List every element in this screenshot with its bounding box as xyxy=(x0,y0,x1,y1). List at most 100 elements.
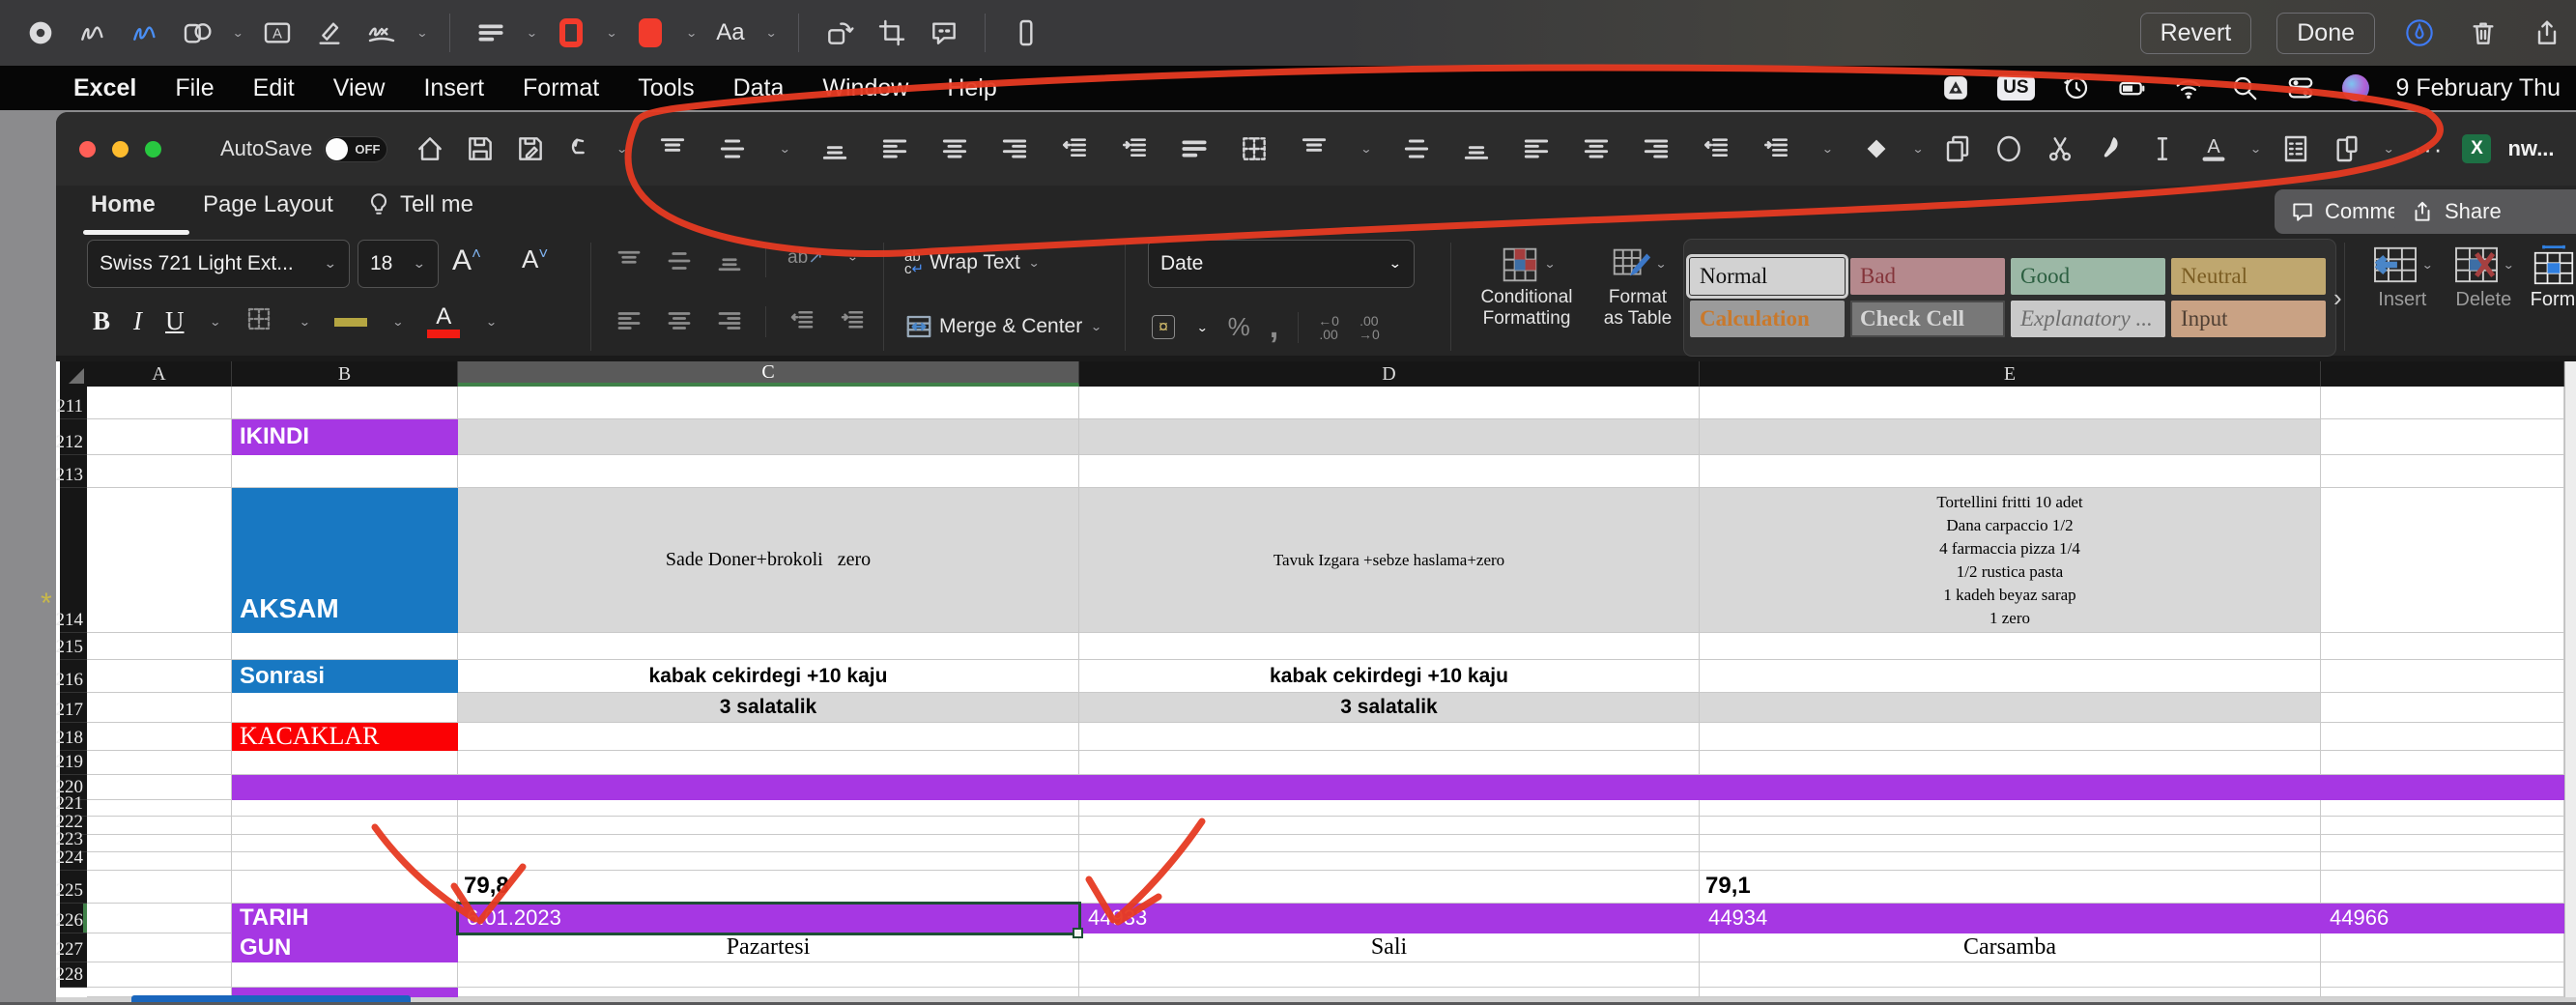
cell-D229[interactable] xyxy=(1079,988,1700,997)
delete-cells-button[interactable]: ⌄ Delete xyxy=(2452,244,2515,311)
cell-D225[interactable] xyxy=(1079,871,1700,904)
paste-icon-chevron[interactable]: ⌄ xyxy=(2383,142,2395,157)
align-right-icon[interactable] xyxy=(715,306,744,340)
cell-D215[interactable] xyxy=(1079,633,1700,660)
line-weight-icon[interactable] xyxy=(472,14,510,52)
row-header-213[interactable]: 213 xyxy=(56,455,87,488)
cell-C222[interactable] xyxy=(458,817,1079,835)
row-header-217[interactable]: 217 xyxy=(56,693,87,723)
align-text-left-icon[interactable] xyxy=(1460,133,1492,165)
space-vertical-icon[interactable] xyxy=(1179,133,1211,165)
field-list-icon[interactable] xyxy=(2278,131,2313,166)
sign-pen-icon[interactable] xyxy=(310,14,349,52)
cell-B214[interactable]: AKSAM xyxy=(232,488,458,633)
cell-E212[interactable] xyxy=(1700,419,2321,455)
cell-B216[interactable]: Sonrasi xyxy=(232,660,458,693)
cell-A215[interactable] xyxy=(87,633,232,660)
decrease-decimal-button[interactable]: .00 →0 xyxy=(1359,314,1380,341)
cell-E211[interactable] xyxy=(1700,387,2321,419)
cell-E226[interactable]: 44934 xyxy=(1700,904,2321,933)
cell-F211[interactable] xyxy=(2321,387,2564,419)
undo-icon-chevron[interactable]: ⌄ xyxy=(615,142,628,157)
zoom-window-button[interactable] xyxy=(145,140,161,158)
borders-button[interactable] xyxy=(244,304,273,338)
conditional-formatting-button[interactable]: ⌄ Conditional Formatting xyxy=(1469,243,1585,330)
cell-A226[interactable] xyxy=(87,904,232,933)
cell-D216[interactable]: kabak cekirdegi +10 kaju xyxy=(1079,660,1700,693)
text-cursor-icon[interactable] xyxy=(2145,131,2180,166)
cell-F212[interactable] xyxy=(2321,419,2564,455)
cell-E228[interactable] xyxy=(1700,962,2321,988)
more-tools-icon[interactable]: ··· xyxy=(2411,131,2446,166)
cell-A222[interactable] xyxy=(87,817,232,835)
oval-shape-icon[interactable] xyxy=(1991,131,2026,166)
line-weight-icon-chevron[interactable]: ⌄ xyxy=(526,26,538,41)
home-icon[interactable] xyxy=(413,131,447,166)
cell-B219[interactable] xyxy=(232,751,458,775)
menu-item-tools[interactable]: Tools xyxy=(638,74,694,102)
border-color-swatch[interactable] xyxy=(552,14,590,52)
row-header-218[interactable]: 218 xyxy=(56,723,87,751)
marker-icon[interactable] xyxy=(2094,131,2129,166)
cell-E223[interactable] xyxy=(1700,835,2321,852)
cell-C218[interactable] xyxy=(458,723,1079,751)
share-icon[interactable] xyxy=(2528,14,2566,52)
cell-A221[interactable] xyxy=(87,800,232,817)
column-header-E[interactable]: E xyxy=(1700,361,2321,387)
cell-E229[interactable] xyxy=(1700,988,2321,997)
cell-A217[interactable] xyxy=(87,693,232,723)
sort-icon[interactable] xyxy=(1400,133,1432,165)
align-middle-icon[interactable] xyxy=(665,246,694,280)
cell-B224[interactable] xyxy=(232,852,458,871)
cell-A218[interactable] xyxy=(87,723,232,751)
cell-style-good[interactable]: Good xyxy=(2011,258,2165,295)
cell-E219[interactable] xyxy=(1700,751,2321,775)
format-painter-icon-chevron[interactable]: ⌄ xyxy=(1912,142,1925,157)
align-bottom-icon[interactable] xyxy=(819,133,851,165)
paste-icon[interactable] xyxy=(2330,131,2364,166)
battery-icon[interactable] xyxy=(2118,73,2147,102)
device-frame-icon[interactable] xyxy=(1007,14,1045,52)
increase-indent-icon[interactable] xyxy=(838,306,867,340)
indent-list-icon-chevron[interactable]: ⌄ xyxy=(1360,142,1373,157)
cell-B220[interactable] xyxy=(232,775,2564,800)
cell-A227[interactable] xyxy=(87,933,232,962)
align-left-icon[interactable] xyxy=(615,306,644,340)
cut-icon[interactable] xyxy=(2043,131,2077,166)
cell-F226[interactable]: 44966 xyxy=(2321,904,2564,933)
view-grid-icon-chevron[interactable]: ⌄ xyxy=(1821,142,1834,157)
cell-B213[interactable] xyxy=(232,455,458,488)
trash-icon[interactable] xyxy=(2464,14,2503,52)
signature-icon-chevron[interactable]: ⌄ xyxy=(416,26,429,41)
font-color-a-icon-chevron[interactable]: ⌄ xyxy=(2249,142,2262,157)
orientation-button[interactable]: ab↗ xyxy=(787,246,823,280)
fill-color-button[interactable] xyxy=(333,317,367,327)
cell-E218[interactable] xyxy=(1700,723,2321,751)
increase-decimal-button[interactable]: ←0.00 xyxy=(1318,314,1339,341)
cell-D211[interactable] xyxy=(1079,387,1700,419)
cell-A224[interactable] xyxy=(87,852,232,871)
cell-E216[interactable] xyxy=(1700,660,2321,693)
column-header-C[interactable]: C xyxy=(458,361,1079,387)
select-all-corner[interactable] xyxy=(60,361,87,387)
menu-item-edit[interactable]: Edit xyxy=(253,74,295,102)
cell-B211[interactable] xyxy=(232,387,458,419)
row-header-212[interactable]: 212 xyxy=(56,419,87,455)
menu-item-format[interactable]: Format xyxy=(523,74,599,102)
cell-D223[interactable] xyxy=(1079,835,1700,852)
cell-B218[interactable]: KACAKLAR xyxy=(232,723,458,751)
cell-B221[interactable] xyxy=(232,800,458,817)
cell-C215[interactable] xyxy=(458,633,1079,660)
fill-handle[interactable] xyxy=(1073,928,1083,938)
cell-style-bad[interactable]: Bad xyxy=(1850,258,2005,295)
control-center-icon[interactable] xyxy=(2286,73,2315,102)
font-color-button[interactable]: A xyxy=(427,304,461,338)
workbook-name[interactable]: nw... xyxy=(2507,136,2554,161)
cell-F224[interactable] xyxy=(2321,852,2564,871)
cell-C219[interactable] xyxy=(458,751,1079,775)
cell-D221[interactable] xyxy=(1079,800,1700,817)
cell-F228[interactable] xyxy=(2321,962,2564,988)
copy-icon[interactable] xyxy=(1940,131,1975,166)
cell-E224[interactable] xyxy=(1700,852,2321,871)
cell-A214[interactable] xyxy=(87,488,232,633)
